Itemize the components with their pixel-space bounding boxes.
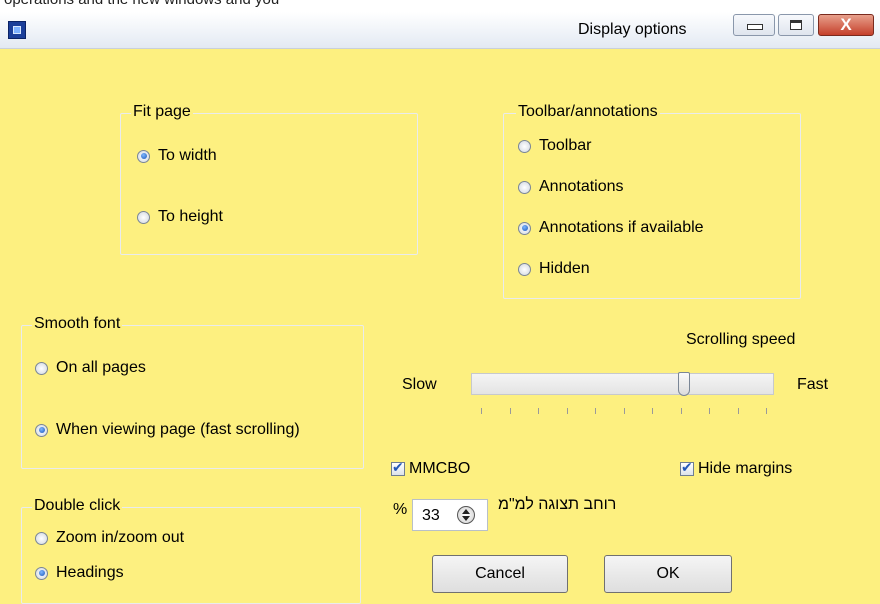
radio-to-height[interactable]: To height (137, 208, 223, 226)
slider-tick (709, 408, 710, 414)
slider-tick (481, 408, 482, 414)
background-text: operations and the new windows and you (4, 0, 279, 8)
slider-tick (623, 408, 625, 414)
zoom-hebrew-label: רוחב תצוגה למ"מ (498, 496, 617, 513)
spin-arrows-icon[interactable] (457, 506, 475, 524)
background-window-strip: operations and the new windows and you (0, 0, 880, 12)
slider-tick (566, 408, 568, 414)
close-button[interactable]: X (818, 14, 874, 36)
percent-sign: % (393, 501, 408, 518)
slider-tick (766, 408, 767, 414)
radio-label: Hidden (539, 260, 590, 277)
slider-tick (538, 408, 539, 414)
app-icon (8, 21, 26, 39)
slow-label: Slow (402, 376, 437, 393)
slider-tick (737, 408, 739, 414)
radio-when-viewing-page[interactable]: When viewing page (fast scrolling) (35, 421, 300, 439)
radio-indicator (137, 149, 150, 163)
radio-indicator (518, 180, 531, 194)
maximize-icon (790, 20, 802, 30)
radio-hidden[interactable]: Hidden (518, 260, 590, 278)
slider-tick (595, 408, 596, 414)
radio-zoom-in-out[interactable]: Zoom in/zoom out (35, 529, 184, 547)
radio-on-all-pages[interactable]: On all pages (35, 359, 146, 377)
close-icon: X (840, 15, 852, 34)
radio-label: Zoom in/zoom out (56, 529, 185, 546)
fit-page-legend: Fit page (131, 103, 193, 121)
minimize-button[interactable] (733, 14, 775, 36)
radio-label: To width (158, 147, 217, 164)
radio-toolbar[interactable]: Toolbar (518, 137, 591, 155)
radio-headings[interactable]: Headings (35, 564, 124, 582)
scrolling-speed-slider[interactable] (471, 373, 774, 395)
checkbox-indicator (680, 460, 694, 476)
title-bar: Display options X (0, 12, 880, 49)
minimize-icon (747, 24, 763, 30)
fit-page-group: Fit page (120, 103, 418, 255)
zoom-stepper[interactable]: 33 (412, 499, 488, 531)
zoom-value: 33 (422, 507, 440, 524)
double-click-group: Double click (21, 497, 361, 604)
radio-indicator (518, 221, 531, 235)
radio-label: On all pages (56, 359, 146, 376)
ok-button[interactable]: OK (604, 555, 732, 593)
maximize-button[interactable] (778, 14, 814, 36)
radio-label: To height (158, 208, 223, 225)
radio-indicator (137, 210, 150, 224)
mmcbo-checkbox[interactable]: MMCBO (391, 460, 470, 478)
radio-label: Annotations (539, 178, 624, 195)
fast-label: Fast (797, 376, 829, 393)
radio-indicator (518, 139, 531, 153)
radio-indicator (35, 423, 48, 437)
slider-tick (652, 408, 653, 414)
cancel-button[interactable]: Cancel (432, 555, 568, 593)
smooth-font-legend: Smooth font (32, 315, 123, 333)
radio-annotations[interactable]: Annotations (518, 178, 624, 196)
radio-label: Annotations if available (539, 219, 704, 236)
checkbox-indicator (391, 460, 405, 476)
radio-annotations-if-available[interactable]: Annotations if available (518, 219, 704, 237)
radio-indicator (518, 262, 531, 276)
radio-indicator (35, 531, 48, 545)
double-click-legend: Double click (32, 497, 123, 515)
radio-label: Headings (56, 564, 124, 581)
slider-thumb[interactable] (677, 372, 690, 396)
slider-tick (680, 408, 682, 414)
toolbar-annotations-legend: Toolbar/annotations (516, 103, 660, 121)
checkbox-label: Hide margins (698, 460, 793, 477)
radio-indicator (35, 361, 48, 375)
radio-to-width[interactable]: To width (137, 147, 217, 165)
radio-label: When viewing page (fast scrolling) (56, 421, 300, 438)
slider-tick (509, 408, 511, 414)
radio-indicator (35, 566, 48, 580)
radio-label: Toolbar (539, 137, 592, 154)
scrolling-speed-label: Scrolling speed (686, 331, 796, 348)
checkbox-label: MMCBO (409, 460, 471, 477)
smooth-font-group: Smooth font (21, 315, 364, 469)
hide-margins-checkbox[interactable]: Hide margins (680, 460, 792, 478)
window-title: Display options (578, 21, 687, 38)
